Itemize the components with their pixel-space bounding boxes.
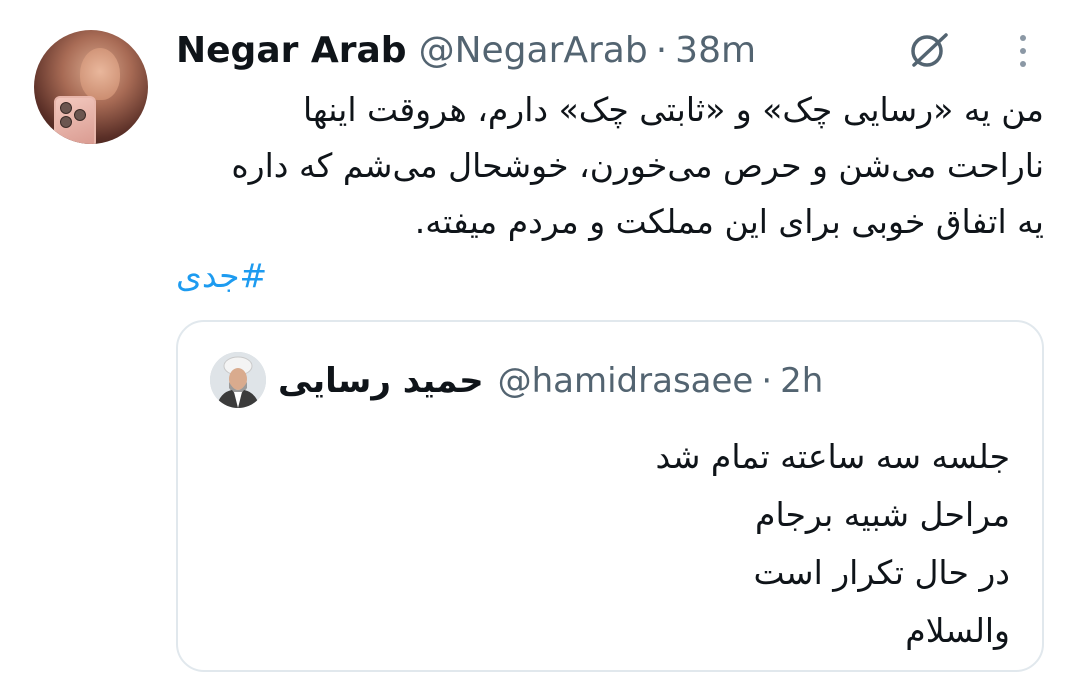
quoted-body-line: والسلام <box>905 611 1010 650</box>
tweet-body-line: من یه «رسایی چک» و «ثابتی چک» دارم، هروق… <box>302 90 1044 129</box>
quoted-body: جلسه سه ساعته تمام شد مراحل شبیه برجام د… <box>310 428 1010 660</box>
tweet-body: من یه «رسایی چک» و «ثابتی چک» دارم، هروق… <box>176 82 1044 250</box>
avatar-face <box>80 48 120 100</box>
grok-icon[interactable] <box>906 27 952 73</box>
author-avatar[interactable] <box>34 30 148 144</box>
separator-dot: · <box>655 29 668 71</box>
phone-lens <box>60 102 72 114</box>
more-vertical-icon[interactable] <box>1008 30 1038 72</box>
author-name[interactable]: Negar Arab <box>176 30 407 71</box>
tweet-body-line: یه اتفاق خوبی برای این مملکت و مردم میفت… <box>414 202 1044 241</box>
quoted-author-handle[interactable]: @hamidrasaee <box>498 361 754 401</box>
quoted-body-line: در حال تکرار است <box>753 553 1010 592</box>
separator-dot: · <box>761 361 773 401</box>
quoted-header: حمید رسایی @hamidrasaee · 2h <box>278 352 823 410</box>
author-handle[interactable]: @NegarArab <box>419 30 648 71</box>
tweet-body-line: ناراحت می‌شن و حرص می‌خورن، خوشحال می‌شم… <box>231 146 1044 185</box>
quoted-tweet[interactable]: حمید رسایی @hamidrasaee · 2h جلسه سه ساع… <box>176 320 1044 672</box>
quoted-body-line: جلسه سه ساعته تمام شد <box>655 437 1010 476</box>
tweet[interactable]: Negar Arab @NegarArab · 38m من یه «رسایی… <box>0 0 1080 677</box>
quoted-time: 2h <box>780 361 824 401</box>
quoted-body-line: مراحل شبیه برجام <box>755 495 1010 534</box>
phone-lens <box>60 116 72 128</box>
avatar-phone <box>54 96 96 144</box>
quoted-author-avatar[interactable] <box>210 352 266 408</box>
hashtag-link[interactable]: #جدی <box>176 248 276 304</box>
quoted-author-name[interactable]: حمید رسایی <box>278 361 484 401</box>
tweet-header: Negar Arab @NegarArab · 38m <box>176 24 756 76</box>
tweet-time[interactable]: 38m <box>675 30 756 71</box>
phone-lens <box>74 109 86 121</box>
